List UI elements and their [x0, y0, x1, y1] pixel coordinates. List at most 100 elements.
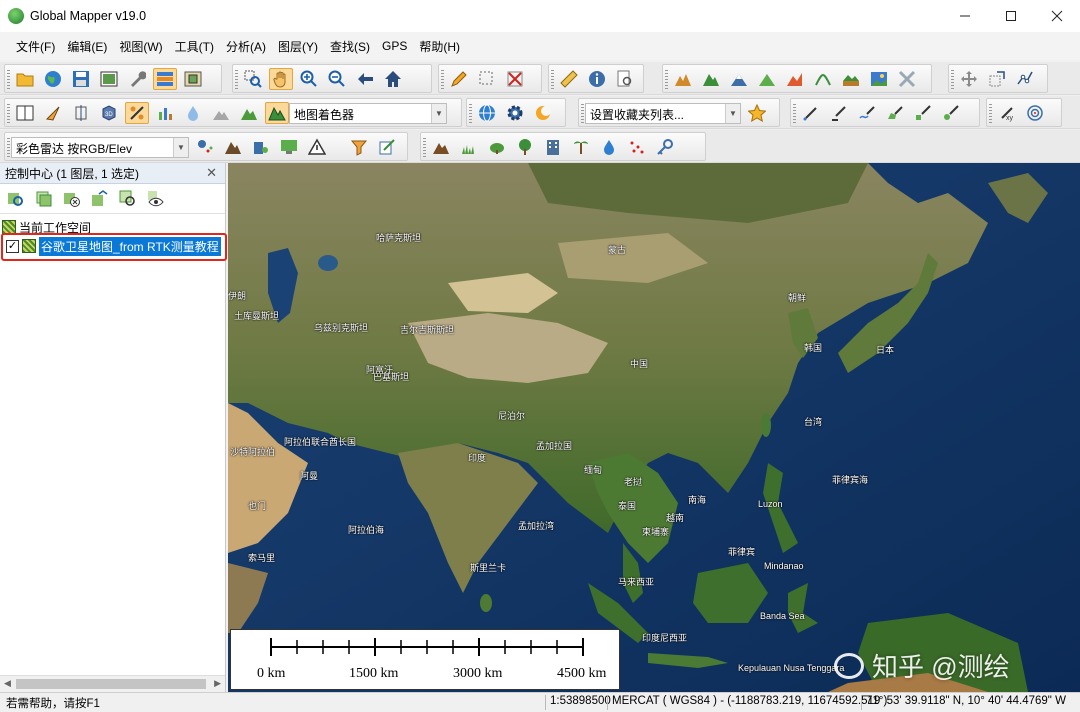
building-points-button[interactable]: [541, 136, 565, 158]
measure-tool[interactable]: [557, 68, 581, 90]
shader-active-button[interactable]: [265, 102, 289, 124]
ground-points-button[interactable]: [429, 136, 453, 158]
find-tool[interactable]: [613, 68, 637, 90]
full-view-button[interactable]: [381, 68, 405, 90]
navigation-toolbar: [232, 64, 432, 93]
utility-points-button[interactable]: [569, 136, 593, 158]
low-veg-button[interactable]: [457, 136, 481, 158]
shader-select[interactable]: 地图着色器 ▼: [289, 103, 447, 124]
hillshade-button[interactable]: [237, 102, 261, 124]
maximize-button[interactable]: [988, 0, 1034, 32]
terrain-settings-button[interactable]: [209, 102, 233, 124]
scroll-right-icon[interactable]: ▶: [214, 678, 221, 689]
layer-copy-button[interactable]: [88, 188, 112, 210]
minimize-button[interactable]: [942, 0, 988, 32]
view-shed-button[interactable]: [727, 68, 751, 90]
zoom-box-tool[interactable]: [241, 68, 265, 90]
horizontal-scrollbar[interactable]: ◀ ▶: [0, 675, 225, 692]
feature-info-tool[interactable]: [585, 68, 609, 90]
noise-points-button[interactable]: [625, 136, 649, 158]
medium-veg-button[interactable]: [485, 136, 509, 158]
export-image-button[interactable]: [97, 68, 121, 90]
menu-gps[interactable]: GPS: [376, 39, 413, 53]
raster-calc-button[interactable]: [867, 68, 891, 90]
measure-toolbar: [548, 64, 644, 93]
3d-window-button[interactable]: 3D: [97, 102, 121, 124]
menu-search[interactable]: 查找(S): [324, 38, 376, 55]
menu-view[interactable]: 视图(W): [113, 38, 168, 55]
close-button[interactable]: [1034, 0, 1080, 32]
layer-search-button[interactable]: [116, 188, 140, 210]
key-points-button[interactable]: [653, 136, 677, 158]
crosshair-button[interactable]: [69, 102, 93, 124]
menu-layer[interactable]: 图层(Y): [272, 38, 324, 55]
split-view-button[interactable]: [13, 102, 37, 124]
overview-map-button[interactable]: [181, 68, 205, 90]
cut-fill-button[interactable]: [839, 68, 863, 90]
draw-rect-tool[interactable]: [911, 102, 935, 124]
control-center-button[interactable]: [153, 68, 177, 90]
map-view[interactable]: 哈萨克斯坦 蒙古 中国 印度 巴基斯坦 阿富汗 伊朗 土库曼斯坦 乌兹别克斯坦 …: [228, 163, 1080, 692]
draw-line-tool[interactable]: [827, 102, 851, 124]
scale-feature-tool[interactable]: [985, 68, 1009, 90]
menu-edit[interactable]: 编辑(E): [61, 38, 113, 55]
triangle-button[interactable]: [305, 136, 329, 158]
menu-file[interactable]: 文件(F): [10, 38, 61, 55]
volume-button[interactable]: [755, 68, 779, 90]
layer-zoom-button[interactable]: [4, 188, 28, 210]
online-data-button[interactable]: [41, 68, 65, 90]
scroll-left-icon[interactable]: ◀: [4, 678, 11, 689]
map-label-thailand: 泰国: [618, 501, 637, 511]
zoom-in-button[interactable]: [297, 68, 321, 90]
watershed-button[interactable]: [783, 68, 807, 90]
shaded-relief-button[interactable]: [125, 102, 149, 124]
lidar-building-button[interactable]: [249, 136, 273, 158]
water-level-button[interactable]: [181, 102, 205, 124]
zoom-out-button[interactable]: [325, 68, 349, 90]
menu-help[interactable]: 帮助(H): [413, 38, 466, 55]
draw-point-tool[interactable]: [799, 102, 823, 124]
save-button[interactable]: [69, 68, 93, 90]
scrollbar-thumb[interactable]: [16, 679, 206, 689]
lidar-settings-button[interactable]: [193, 136, 217, 158]
lidar-terrain-button[interactable]: [221, 136, 245, 158]
settings-button[interactable]: [503, 102, 527, 124]
digitizer-tool[interactable]: [447, 68, 471, 90]
vertex-edit-tool[interactable]: [1013, 68, 1037, 90]
delete-feature-button[interactable]: [503, 68, 527, 90]
layer-visibility-button[interactable]: [144, 188, 168, 210]
online-source-button[interactable]: [475, 102, 499, 124]
layer-options-button[interactable]: [32, 188, 56, 210]
high-veg-button[interactable]: [513, 136, 537, 158]
draw-curve-tool[interactable]: [855, 102, 879, 124]
move-feature-tool[interactable]: [957, 68, 981, 90]
menu-tools[interactable]: 工具(T): [169, 38, 220, 55]
open-file-button[interactable]: [13, 68, 37, 90]
panel-close-icon[interactable]: ✕: [206, 165, 217, 181]
add-favorite-button[interactable]: [745, 102, 769, 124]
daylight-button[interactable]: [531, 102, 555, 124]
pan-tool[interactable]: [269, 68, 293, 90]
filter-button[interactable]: [347, 136, 371, 158]
path-profile-button[interactable]: [699, 68, 723, 90]
elevation-shader-select[interactable]: 彩色雷达 按RGB/Elev ▼: [11, 137, 189, 158]
map-label-laos: 老挝: [624, 477, 643, 487]
north-arrow-button[interactable]: [41, 102, 65, 124]
contour-button[interactable]: [811, 68, 835, 90]
tools-disabled-button[interactable]: [895, 68, 919, 90]
draw-circle-tool[interactable]: [939, 102, 963, 124]
3d-view-button[interactable]: [671, 68, 695, 90]
config-button[interactable]: [125, 68, 149, 90]
elevation-legend-button[interactable]: [153, 102, 177, 124]
layer-close-button[interactable]: [60, 188, 84, 210]
previous-view-button[interactable]: [353, 68, 377, 90]
target-tool[interactable]: [1023, 102, 1047, 124]
select-area-tool[interactable]: [475, 68, 499, 90]
edit-lidar-button[interactable]: [375, 136, 399, 158]
draw-area-tool[interactable]: [883, 102, 907, 124]
water-points-button[interactable]: [597, 136, 621, 158]
favorites-select[interactable]: 设置收藏夹列表... ▼: [585, 103, 741, 124]
menu-analysis[interactable]: 分析(A): [220, 38, 272, 55]
coord-input-tool[interactable]: xy: [995, 102, 1019, 124]
lidar-classify-button[interactable]: [277, 136, 301, 158]
